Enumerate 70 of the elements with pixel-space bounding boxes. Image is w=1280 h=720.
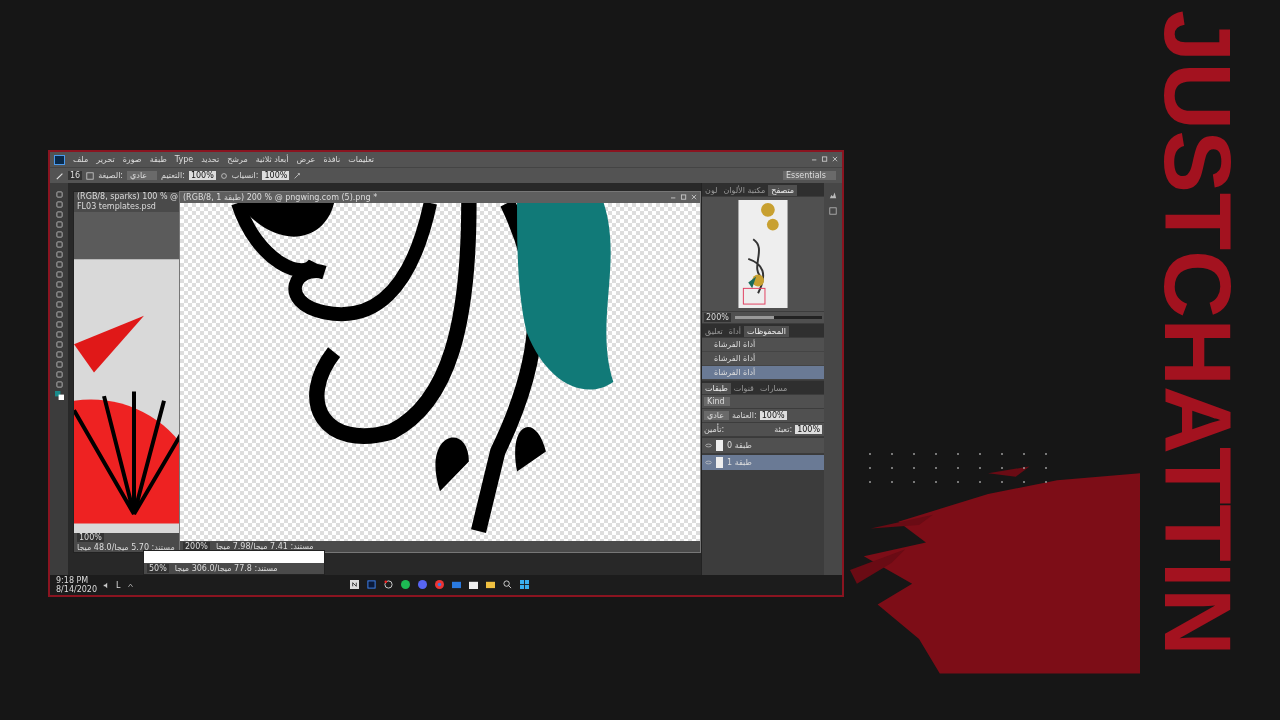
- fill-label: تعبئة:: [774, 425, 793, 434]
- menu-item[interactable]: طبقة: [149, 155, 167, 164]
- layer-name: طبقة 0: [727, 441, 752, 450]
- menu-item[interactable]: عرض: [296, 155, 316, 164]
- color-swatch-icon[interactable]: [54, 391, 64, 400]
- layer-row[interactable]: طبقة 1: [702, 454, 824, 470]
- language-indicator[interactable]: L: [116, 580, 121, 590]
- menu-item[interactable]: صورة: [122, 155, 142, 164]
- folder-icon[interactable]: [486, 580, 495, 589]
- panel-tab[interactable]: قنوات: [730, 383, 757, 394]
- layer-filter-dropdown[interactable]: Kind: [704, 397, 730, 406]
- search-icon[interactable]: [503, 580, 512, 589]
- navigator-zoom-field[interactable]: 200%: [704, 313, 731, 322]
- zoom-field[interactable]: 50%: [147, 564, 169, 573]
- zoom-slider-fill[interactable]: [734, 316, 775, 319]
- menu-item[interactable]: مرشح: [227, 155, 248, 164]
- panel-tab[interactable]: المحفوظات: [744, 326, 789, 337]
- layer-row[interactable]: طبقة 0: [702, 437, 824, 453]
- workspace-dropdown[interactable]: Essentials: [782, 171, 836, 180]
- layer-name: طبقة 1: [727, 458, 752, 467]
- music-app-icon[interactable]: [401, 580, 410, 589]
- panel-tab[interactable]: مكتبة الألوان: [720, 185, 769, 196]
- menu-item[interactable]: Type: [174, 155, 194, 164]
- chat-app-icon[interactable]: [418, 580, 427, 589]
- mode-dropdown[interactable]: عادي: [127, 171, 158, 180]
- app-logo-icon: [54, 154, 65, 165]
- history-item[interactable]: أداة الفرشاة: [702, 366, 824, 380]
- brush-icon[interactable]: [56, 171, 64, 180]
- app-icon[interactable]: [367, 580, 376, 589]
- lock-label: تأمين:: [704, 425, 725, 434]
- eye-icon[interactable]: [705, 443, 712, 448]
- panel-tab[interactable]: مسارات: [756, 383, 791, 394]
- layer-thumbnail: [716, 457, 723, 468]
- menu-item[interactable]: تحرير: [96, 155, 115, 164]
- start-icon[interactable]: [520, 580, 529, 589]
- document-size-text: مستند: 5.70 ميجا/48.0 ميجا: [77, 543, 175, 552]
- fill-field[interactable]: 100%: [795, 425, 822, 434]
- document-size-text: مستند: 7.41 ميجا/7.98 ميجا: [215, 542, 314, 551]
- layer-thumbnail: [716, 440, 723, 451]
- panel-tab[interactable]: تعليق: [702, 326, 726, 337]
- menu-item[interactable]: ملف: [73, 155, 89, 164]
- clock-icon[interactable]: [384, 580, 393, 589]
- opacity-field[interactable]: 100%: [188, 171, 216, 180]
- menu-item[interactable]: تحديد: [201, 155, 220, 164]
- opacity-label: التعتيم:: [161, 171, 185, 180]
- panel-tab[interactable]: متصفح: [768, 185, 798, 196]
- opacity-label: العتامة:: [732, 411, 757, 420]
- document-size-text: مستند: 77.8 ميجا/306.0 ميجا: [174, 564, 278, 573]
- menu-item[interactable]: أبعاد ثلاثية: [255, 155, 289, 164]
- zoom-field[interactable]: 100%: [77, 533, 104, 542]
- properties-icon[interactable]: [829, 207, 837, 215]
- clock-date: 8/14/2020: [56, 585, 98, 594]
- eye-icon[interactable]: [705, 460, 712, 465]
- browser-icon[interactable]: [435, 580, 444, 589]
- panel-tab[interactable]: لون: [702, 185, 721, 196]
- mode-label: الصيغة:: [98, 171, 124, 180]
- clock-time: 9:18 PM: [56, 576, 90, 585]
- channel-title: JUSTCHATTIN: [1150, 10, 1244, 656]
- menu-item[interactable]: نافذة: [323, 155, 341, 164]
- menu-item[interactable]: تعليمات: [348, 155, 375, 164]
- brush-size-button[interactable]: 16: [68, 171, 83, 180]
- notepad-icon[interactable]: [350, 580, 359, 589]
- flow-field[interactable]: 100%: [262, 171, 290, 180]
- flow-label: انسياب:: [231, 171, 259, 180]
- panel-tab[interactable]: أداة: [725, 326, 745, 337]
- opacity-field[interactable]: 100%: [759, 411, 787, 420]
- blend-mode-dropdown[interactable]: عادي: [704, 411, 730, 420]
- chevron-up-icon[interactable]: [126, 581, 134, 589]
- histogram-icon[interactable]: [829, 191, 837, 199]
- panel-tab[interactable]: طبقات: [702, 383, 731, 394]
